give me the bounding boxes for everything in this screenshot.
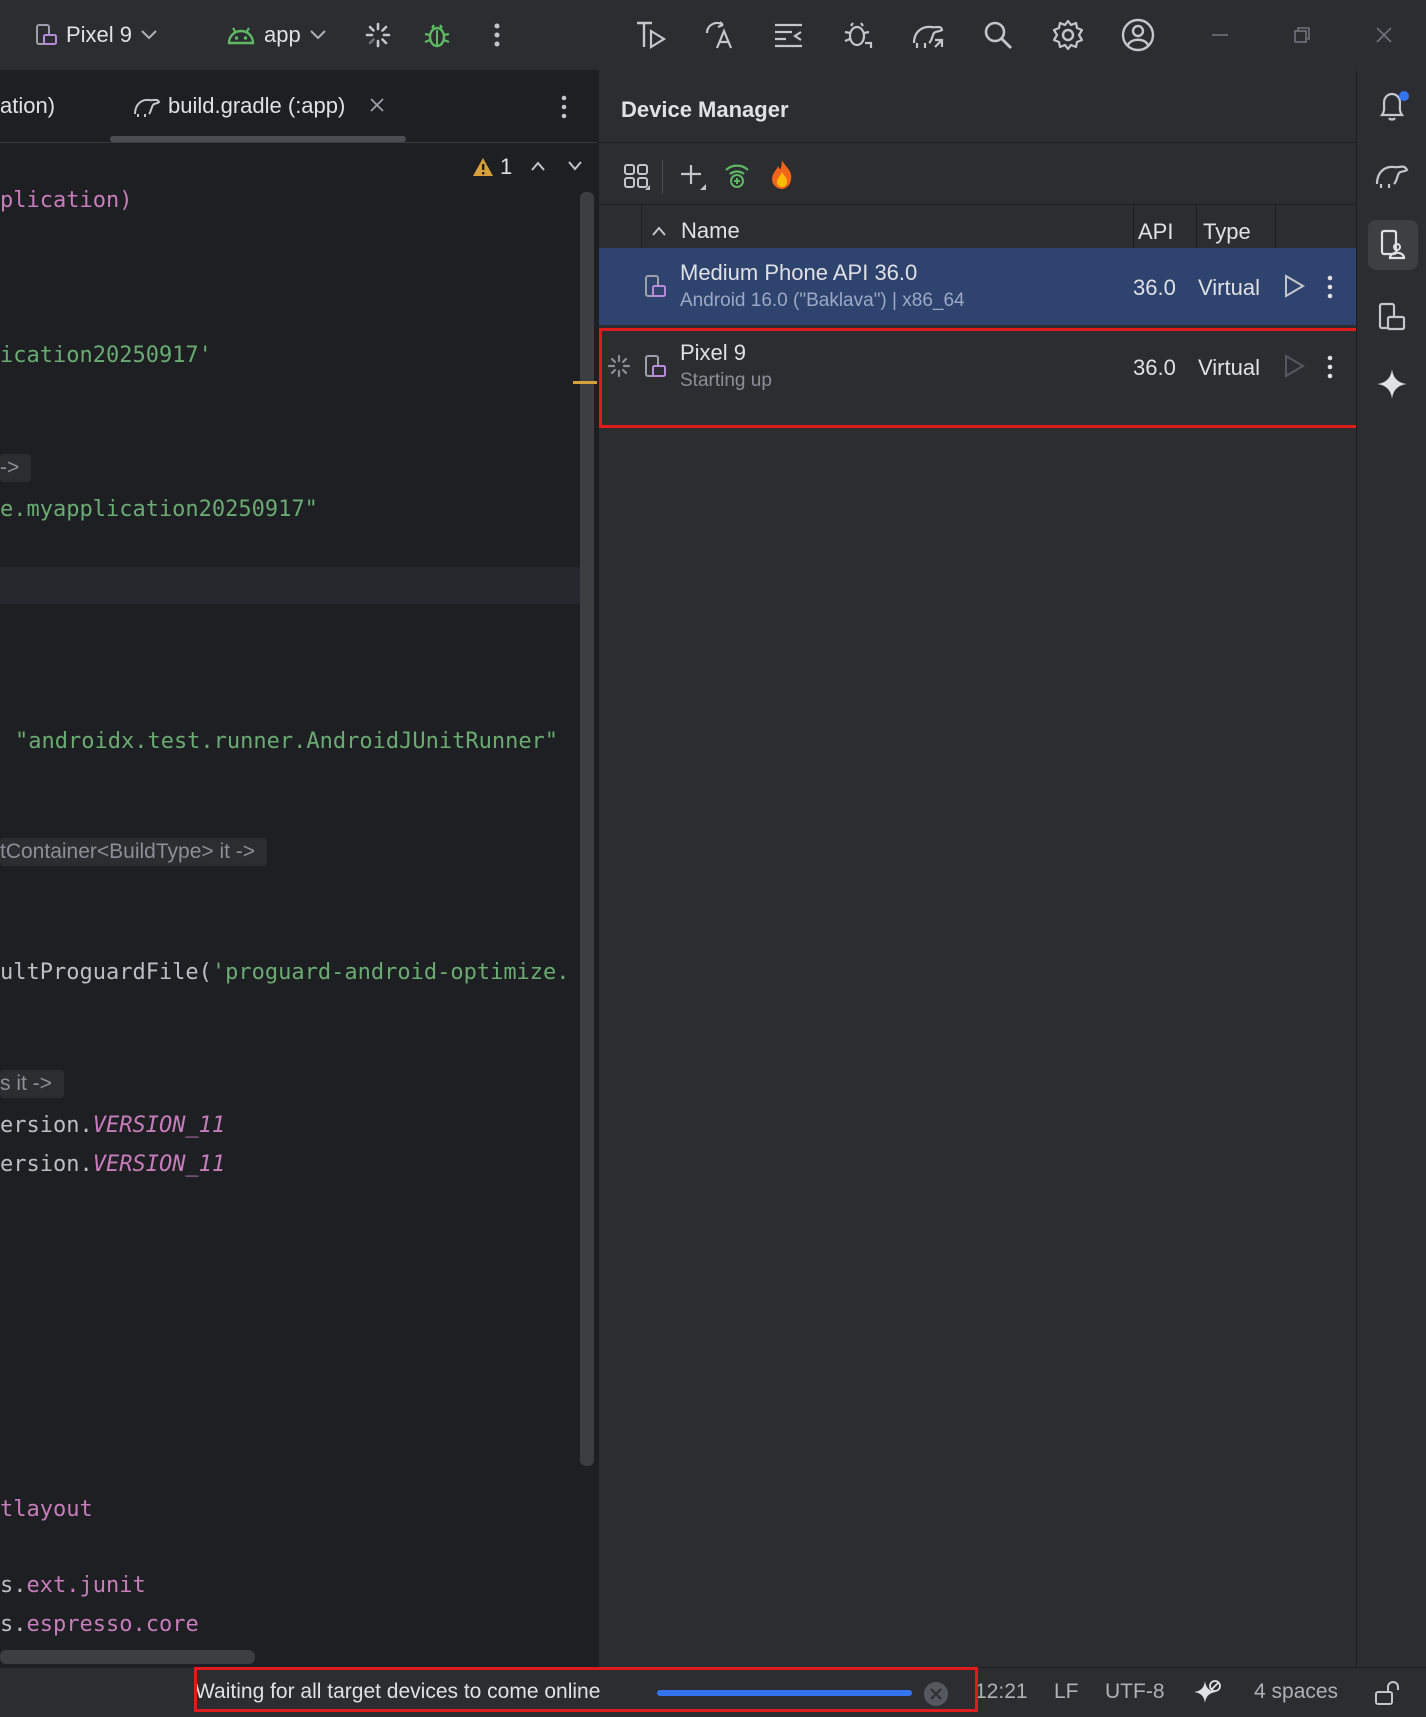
column-header-api[interactable]: API <box>1138 219 1173 245</box>
code-line: e.myapplication20250917" <box>0 497 318 522</box>
firebase-test-lab-icon[interactable] <box>769 158 795 190</box>
device-icon <box>34 22 58 48</box>
code-line: "androidx.test.runner.AndroidJUnitRunner… <box>15 729 559 754</box>
device-selector[interactable]: Pixel 9 <box>34 16 158 54</box>
inspections-widget[interactable]: 1 <box>472 152 512 182</box>
android-icon <box>226 24 256 46</box>
loading-spinner-icon[interactable] <box>356 13 400 57</box>
device-type: Virtual <box>1198 275 1260 300</box>
device-icon <box>643 274 667 300</box>
device-more-options-icon[interactable] <box>1326 274 1334 300</box>
run-config-selector[interactable]: app <box>226 16 327 54</box>
code-line: tlayout <box>0 1497 93 1522</box>
active-tab-underline <box>110 136 406 142</box>
previous-highlight-icon[interactable] <box>530 160 546 172</box>
search-icon[interactable] <box>976 13 1020 57</box>
code-line: s.espresso.core <box>0 1612 199 1637</box>
code-line: ultProguardFile('proguard-android-optimi… <box>0 960 570 985</box>
debug-icon[interactable] <box>415 13 459 57</box>
group-devices-icon[interactable] <box>623 162 651 190</box>
file-encoding[interactable]: UTF-8 <box>1105 1680 1165 1704</box>
logcat-icon[interactable] <box>767 13 811 57</box>
gradle-sync-icon[interactable] <box>906 13 950 57</box>
device-manager-panel: Device Manager Name API Type Medium Phon… <box>598 70 1357 1667</box>
line-separator[interactable]: LF <box>1054 1680 1079 1704</box>
account-icon[interactable] <box>1116 13 1160 57</box>
editor-tab-bar: ation) build.gradle (:app) <box>0 70 597 143</box>
column-header-type[interactable]: Type <box>1203 219 1251 245</box>
bug-sync-icon[interactable] <box>836 13 880 57</box>
next-highlight-icon[interactable] <box>567 160 583 172</box>
gradle-tool-icon[interactable] <box>1373 158 1411 190</box>
caret-position[interactable]: 12:21 <box>975 1680 1028 1704</box>
inlay-hint: s it -> <box>0 1070 64 1098</box>
tab-overflow-icon[interactable] <box>560 94 568 120</box>
close-tab-icon[interactable] <box>370 98 384 112</box>
code-editor[interactable] <box>0 70 597 1667</box>
notifications-icon[interactable] <box>1375 88 1411 124</box>
device-manager-tool-icon[interactable] <box>1368 220 1418 270</box>
device-name: Medium Phone API 36.0 <box>680 260 918 285</box>
restore-window-icon[interactable] <box>1280 13 1324 57</box>
device-manager-title: Device Manager <box>621 97 789 122</box>
gemini-sparkle-icon[interactable] <box>1376 368 1408 400</box>
chevron-down-icon <box>309 29 327 41</box>
warnings-count: 1 <box>500 154 513 179</box>
right-tool-window-strip <box>1356 70 1426 1667</box>
column-header-name[interactable]: Name <box>651 218 740 244</box>
ai-assistant-status-icon[interactable] <box>1193 1678 1223 1708</box>
pair-wifi-icon[interactable] <box>723 160 751 190</box>
sort-ascending-icon <box>651 225 667 237</box>
main-toolbar: Pixel 9 app <box>0 0 1426 71</box>
inlay-hint: -> <box>0 454 32 482</box>
more-vertical-icon[interactable] <box>475 13 519 57</box>
run-config-label: app <box>264 22 301 47</box>
column-header-name-label: Name <box>681 218 740 243</box>
inlay-hint: tContainer<BuildType> it -> <box>0 838 268 866</box>
toolbar-separator <box>662 160 663 194</box>
editor-horizontal-scrollbar[interactable] <box>0 1650 255 1664</box>
settings-gear-icon[interactable] <box>1046 13 1090 57</box>
start-device-play-icon[interactable] <box>1282 273 1306 299</box>
highlight-box-device-row <box>599 328 1370 428</box>
code-line: ersion.VERSION_11 <box>0 1152 226 1177</box>
chevron-down-icon <box>140 29 158 41</box>
unlock-icon[interactable] <box>1374 1679 1400 1707</box>
add-device-icon[interactable] <box>679 162 707 190</box>
close-window-icon[interactable] <box>1362 13 1406 57</box>
code-line: ersion.VERSION_11 <box>0 1113 226 1138</box>
device-row[interactable]: Medium Phone API 36.0 Android 16.0 ("Bak… <box>599 248 1357 325</box>
code-line: ication20250917' <box>0 343 212 368</box>
highlight-box-status-message <box>194 1667 978 1712</box>
running-devices-icon[interactable] <box>1377 302 1407 334</box>
minimize-icon[interactable] <box>1198 13 1242 57</box>
code-line: s.ext.junit <box>0 1573 146 1598</box>
warning-icon <box>472 157 494 177</box>
panel-divider <box>599 142 1357 143</box>
current-line-highlight <box>0 567 580 604</box>
device-subtitle: Android 16.0 ("Baklava") | x86_64 <box>680 290 965 311</box>
device-api: 36.0 <box>1133 275 1176 300</box>
editor-tab-label: build.gradle (:app) <box>168 93 346 118</box>
editor-tab-build-gradle[interactable]: build.gradle (:app) <box>110 70 406 142</box>
warning-stripe-marker[interactable] <box>573 381 597 384</box>
code-line: plication) <box>0 188 133 213</box>
run-test-icon[interactable] <box>629 13 673 57</box>
device-selector-label: Pixel 9 <box>66 22 133 47</box>
gradle-elephant-icon <box>132 94 162 118</box>
translate-icon[interactable] <box>698 13 742 57</box>
editor-tab-previous[interactable]: ation) <box>0 93 55 119</box>
indent-setting[interactable]: 4 spaces <box>1254 1680 1338 1704</box>
